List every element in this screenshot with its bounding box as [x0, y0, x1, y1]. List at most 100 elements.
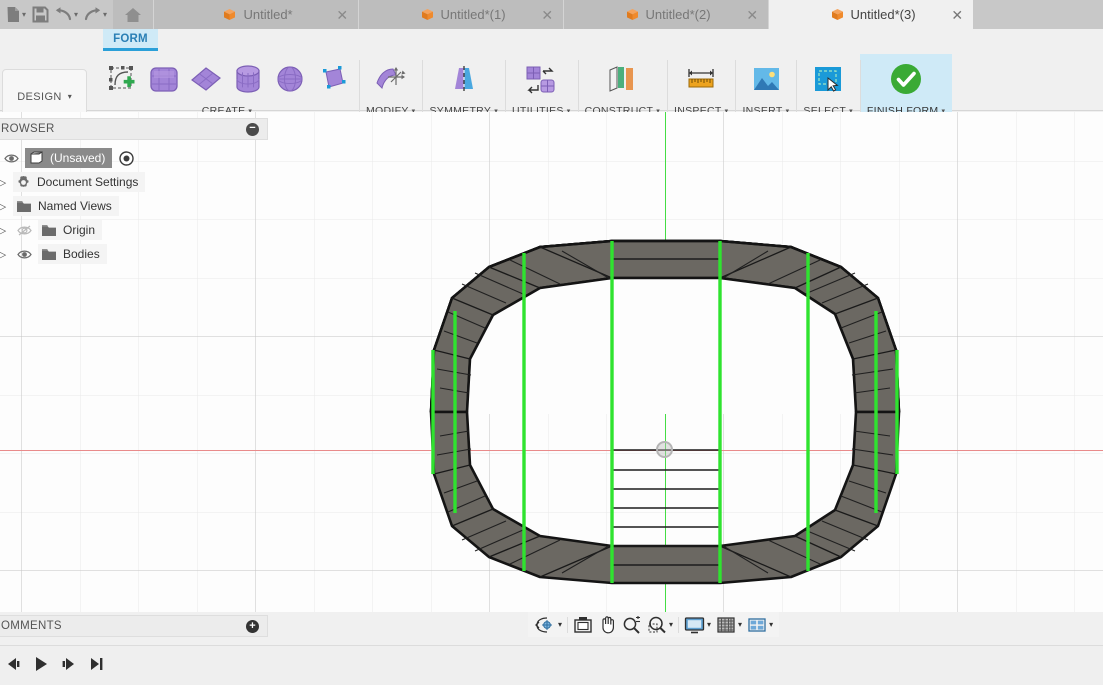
- floppy-disk-icon: [32, 6, 49, 23]
- document-tab-label: Untitled*(3): [850, 7, 916, 22]
- zoom-window-button[interactable]: ▾: [645, 613, 675, 636]
- document-tab-label: Untitled*(2): [645, 7, 711, 22]
- folder-icon: [42, 248, 56, 260]
- timeline-bar: [0, 645, 1103, 685]
- quadball-face-tool[interactable]: [312, 57, 352, 101]
- browser-row-chip[interactable]: (Unsaved): [25, 148, 113, 168]
- browser-row-chip[interactable]: Named Views: [13, 196, 119, 216]
- document-tab[interactable]: Untitled* ✕: [153, 0, 359, 29]
- sphere-primitive-tool[interactable]: [270, 57, 310, 101]
- zoom-icon: [623, 615, 641, 634]
- document-cube-icon: [831, 8, 844, 21]
- chevron-down-icon[interactable]: ▾: [669, 620, 673, 629]
- grid-snaps-icon: [717, 616, 735, 633]
- browser-item-named-views[interactable]: ▷ Named Views: [0, 194, 268, 218]
- browser-item-document-settings[interactable]: ▷ Document Settings: [0, 170, 268, 194]
- chevron-down-icon[interactable]: ▾: [738, 620, 742, 629]
- comments-title: OMMENTS: [1, 620, 62, 632]
- browser-panel: ROWSER − (Unsaved) ▷ Document Settings ▷…: [0, 118, 268, 266]
- undo-arrow-icon: [55, 6, 72, 20]
- document-cube-icon: [30, 151, 43, 164]
- mirror-internal-icon: [454, 66, 473, 92]
- browser-header: ROWSER −: [0, 118, 268, 140]
- close-icon[interactable]: ✕: [746, 8, 758, 22]
- document-cube-icon: [223, 8, 236, 21]
- insert-image-tool[interactable]: [746, 57, 786, 101]
- title-tab-bar: ▾ ▾ ▾ Untitled* ✕ Untitled*(1) ✕ Untitle…: [0, 0, 1103, 29]
- browser-row-chip[interactable]: Origin: [38, 220, 103, 240]
- home-button[interactable]: [113, 0, 154, 29]
- chevron-down-icon: ▾: [74, 10, 79, 19]
- undo-button[interactable]: ▾: [52, 3, 80, 27]
- document-cube-icon: [421, 8, 434, 21]
- folder-icon: [42, 224, 56, 236]
- browser-item-origin[interactable]: ▷ Origin: [0, 218, 268, 242]
- document-tab[interactable]: Untitled*(2) ✕: [563, 0, 769, 29]
- browser-row-chip[interactable]: Document Settings: [13, 172, 146, 192]
- create-form-icon: [109, 66, 135, 90]
- collapse-icon[interactable]: −: [246, 122, 259, 136]
- browser-item-label: (Unsaved): [50, 151, 106, 165]
- convert-tool[interactable]: [521, 57, 561, 101]
- zoom-button[interactable]: [620, 613, 644, 636]
- chevron-down-icon[interactable]: ▾: [707, 620, 711, 629]
- browser-item-label: Origin: [63, 223, 96, 237]
- measure-tool[interactable]: [681, 57, 721, 101]
- select-cursor-icon: [815, 67, 842, 92]
- box-primitive-tool[interactable]: [144, 57, 184, 101]
- visibility-eye-icon[interactable]: [0, 153, 22, 164]
- cylinder-primitive-tool[interactable]: [228, 57, 268, 101]
- look-at-button[interactable]: [571, 613, 595, 636]
- step-backward-button[interactable]: [4, 656, 22, 672]
- plane-primitive-tool[interactable]: [186, 57, 226, 101]
- finish-form-button[interactable]: [886, 57, 926, 101]
- browser-item-label: Named Views: [38, 199, 112, 213]
- save-button[interactable]: [29, 3, 51, 27]
- play-backward-button[interactable]: [32, 656, 50, 672]
- mirror-internal-tool[interactable]: [444, 57, 484, 101]
- document-tab-label: Untitled*: [243, 7, 293, 22]
- document-tab-active[interactable]: Untitled*(3) ✕: [768, 0, 974, 29]
- close-icon[interactable]: ✕: [951, 8, 963, 22]
- document-tab-label: Untitled*(1): [440, 7, 506, 22]
- browser-item-bodies[interactable]: ▷ Bodies: [0, 242, 268, 266]
- pan-button[interactable]: [596, 613, 619, 636]
- measure-ruler-icon: [688, 69, 714, 88]
- chevron-down-icon: ▾: [103, 10, 108, 19]
- viewports-button[interactable]: ▾: [745, 613, 775, 636]
- end-button[interactable]: [88, 656, 106, 672]
- select-tool[interactable]: [808, 57, 848, 101]
- zoom-window-icon: [648, 616, 666, 633]
- close-icon[interactable]: ✕: [541, 8, 553, 22]
- divider: [678, 616, 680, 633]
- browser-row-chip[interactable]: Bodies: [38, 244, 107, 264]
- chevron-down-icon[interactable]: ▾: [769, 620, 773, 629]
- offset-plane-tool[interactable]: [602, 57, 642, 101]
- active-component-radio[interactable]: [119, 150, 135, 166]
- close-icon[interactable]: ✕: [336, 8, 348, 22]
- orbit-button[interactable]: ▾: [532, 613, 564, 636]
- edit-form-tool[interactable]: [371, 57, 411, 101]
- expand-arrow-icon[interactable]: ▷: [0, 224, 10, 237]
- expand-arrow-icon[interactable]: ▷: [0, 176, 10, 189]
- document-tab[interactable]: Untitled*(1) ✕: [358, 0, 564, 29]
- redo-button[interactable]: ▾: [81, 3, 109, 27]
- new-document-button[interactable]: ▾: [4, 3, 28, 27]
- expand-arrow-icon[interactable]: ▷: [0, 248, 10, 261]
- tab-form[interactable]: FORM: [103, 29, 158, 51]
- grid-snaps-button[interactable]: ▾: [714, 613, 744, 636]
- add-comment-icon[interactable]: +: [246, 619, 259, 633]
- home-icon: [125, 7, 142, 22]
- step-forward-button[interactable]: [60, 656, 78, 672]
- gear-icon: [18, 175, 29, 187]
- create-form-tool[interactable]: [102, 57, 142, 101]
- chevron-down-icon[interactable]: ▾: [558, 620, 562, 629]
- folder-icon: [17, 200, 31, 212]
- display-settings-button[interactable]: ▾: [682, 613, 713, 636]
- cylinder-primitive-icon: [236, 65, 260, 93]
- expand-arrow-icon[interactable]: ▷: [0, 200, 10, 213]
- browser-title: ROWSER: [1, 123, 55, 135]
- browser-item-unsaved[interactable]: (Unsaved): [0, 146, 268, 170]
- visibility-eye-icon[interactable]: [13, 249, 35, 260]
- visibility-eye-off-icon[interactable]: [13, 225, 35, 236]
